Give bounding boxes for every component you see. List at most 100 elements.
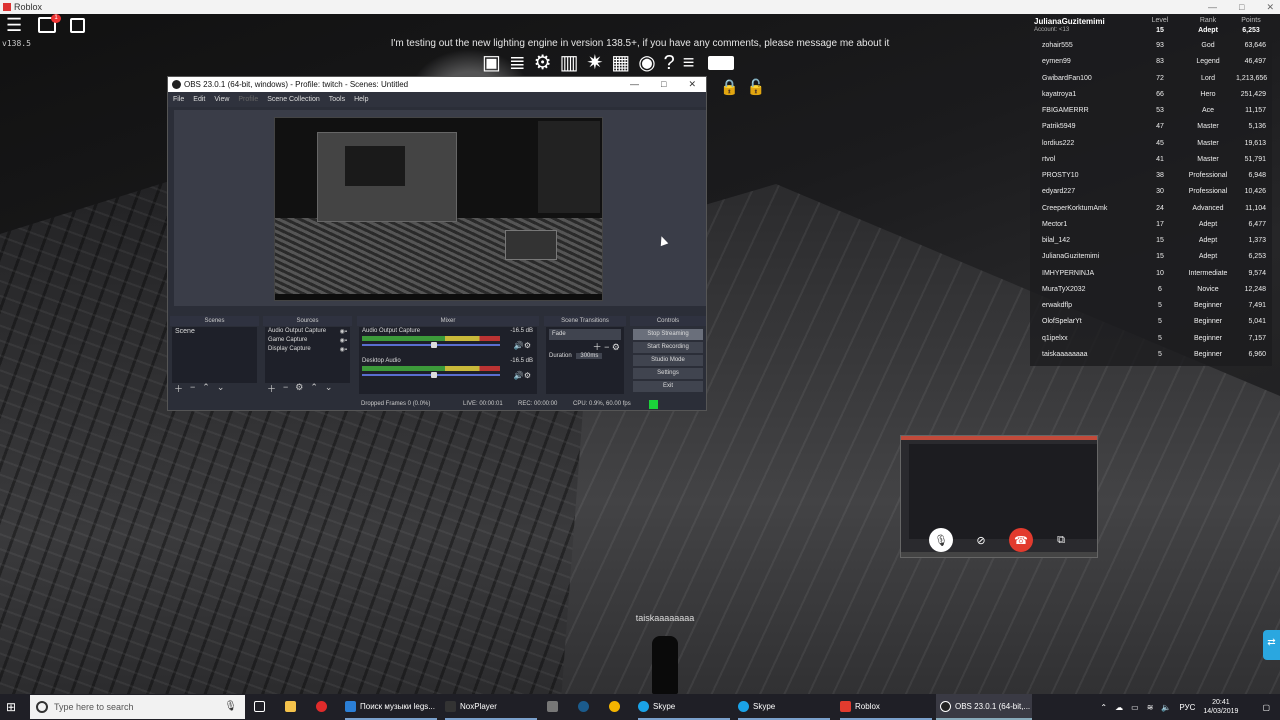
volume-knob[interactable]: [431, 342, 437, 348]
wall-icon[interactable]: ▦: [611, 52, 630, 74]
menu-help[interactable]: Help: [354, 92, 368, 107]
opera-icon[interactable]: [316, 694, 331, 720]
backpack-icon[interactable]: [70, 18, 85, 33]
eye-icon[interactable]: ◉▪: [340, 346, 347, 353]
wifi-icon[interactable]: ≋: [1147, 703, 1154, 712]
windows-start-icon[interactable]: ⊞: [6, 700, 20, 714]
menu-tools[interactable]: Tools: [329, 92, 345, 107]
eye-icon[interactable]: ◉▪: [340, 328, 347, 335]
taskbar-skype-1[interactable]: Skype: [638, 694, 730, 720]
remove-icon[interactable]: −: [604, 342, 609, 352]
add-icon[interactable]: ＋: [267, 382, 276, 395]
source-item[interactable]: Display Capture ◉▪: [265, 345, 350, 354]
lines-icon[interactable]: ≡: [683, 52, 695, 74]
leaderboard-row[interactable]: bilal_142 15 Adept 1,373: [1030, 233, 1272, 249]
notifications-icon[interactable]: ▢: [1262, 703, 1270, 712]
leaderboard-row[interactable]: CreeperKorktumAmk 24 Advanced 11,104: [1030, 201, 1272, 217]
leaderboard-row[interactable]: IMHYPERNINJA 10 Intermediate 9,574: [1030, 266, 1272, 282]
file-explorer-icon[interactable]: [285, 694, 300, 720]
exit-button[interactable]: Exit: [633, 381, 703, 392]
gear-icon[interactable]: ⚙: [295, 382, 303, 395]
taskbar-noxplayer[interactable]: NoxPlayer: [445, 694, 537, 720]
leaderboard-row[interactable]: Mector1 17 Adept 6,477: [1030, 217, 1272, 233]
volume-icon[interactable]: 🔈: [1161, 703, 1171, 712]
folder-icon[interactable]: [708, 56, 735, 70]
add-icon[interactable]: ＋: [593, 342, 602, 352]
skype-call-window[interactable]: 🎙 ⊘ ☎ ⧉: [900, 435, 1098, 558]
stats-icon[interactable]: ▥: [560, 52, 579, 74]
source-item[interactable]: Game Capture ◉▪: [265, 336, 350, 345]
network-icon[interactable]: ▭: [1131, 703, 1139, 712]
obs-window[interactable]: OBS 23.0.1 (64-bit, windows) - Profile: …: [167, 76, 707, 411]
up-icon[interactable]: ⌃: [202, 382, 210, 395]
stop-streaming-button[interactable]: Stop Streaming: [633, 329, 703, 340]
steam-icon[interactable]: [578, 694, 593, 720]
taskbar-edge[interactable]: Поиск музыки legs...: [345, 694, 437, 720]
microphone-icon[interactable]: 🎙: [224, 695, 237, 719]
speaker-gear-icon[interactable]: 🔊⚙: [514, 371, 531, 380]
help-icon[interactable]: ?: [664, 52, 675, 74]
volume-knob[interactable]: [431, 372, 437, 378]
remove-icon[interactable]: −: [283, 382, 288, 395]
share-screen-icon[interactable]: ⧉: [1049, 528, 1073, 552]
settings-button[interactable]: Settings: [633, 368, 703, 379]
gear-icon[interactable]: ⚙: [612, 342, 620, 352]
chat-icon[interactable]: 1: [38, 14, 61, 33]
roblox-menu-icon[interactable]: ☰: [6, 16, 26, 34]
leaderboard-row[interactable]: taiskaaaaaaaa 5 Beginner 6,960: [1030, 347, 1272, 363]
leaderboard-row[interactable]: Patrik5949 47 Master 5,136: [1030, 119, 1272, 135]
scene-item[interactable]: Scene: [172, 327, 257, 336]
taskbar-skype-2[interactable]: Skype: [738, 694, 830, 720]
menu-view[interactable]: View: [214, 92, 229, 107]
unlock-icon[interactable]: 🔓: [747, 78, 766, 96]
close-button[interactable]: ✕: [1266, 0, 1274, 14]
leaderboard-row[interactable]: FBIGAMERRR 53 Ace 11,157: [1030, 103, 1272, 119]
menu-file[interactable]: File: [173, 92, 184, 107]
leaderboard-row[interactable]: JulianaGuzitemimi 15 Adept 6,253: [1030, 249, 1272, 265]
source-item[interactable]: Audio Output Capture ◉▪: [265, 327, 350, 336]
chrome-icon[interactable]: [609, 694, 624, 720]
clock[interactable]: 20:41 14/03/2019: [1203, 698, 1238, 716]
down-icon[interactable]: ⌄: [217, 382, 225, 395]
leaderboard-row[interactable]: MuraTyX2032 6 Novice 12,248: [1030, 282, 1272, 298]
obs-close-button[interactable]: ✕: [688, 77, 696, 92]
task-view-icon[interactable]: [254, 694, 269, 720]
leaderboard-row[interactable]: erwakdflp 5 Beginner 7,491: [1030, 298, 1272, 314]
leaderboard-row[interactable]: q1ipelxx 5 Beginner 7,157: [1030, 331, 1272, 347]
list-icon[interactable]: ≣: [509, 52, 526, 74]
taskbar-roblox[interactable]: Roblox: [840, 694, 932, 720]
speaker-gear-icon[interactable]: 🔊⚙: [514, 341, 531, 350]
eye-icon[interactable]: ◉: [638, 52, 655, 74]
add-icon[interactable]: ＋: [174, 382, 183, 395]
taskbar-obs[interactable]: OBS 23.0.1 (64-bit,...: [936, 694, 1032, 720]
leaderboard-row[interactable]: eymen99 83 Legend 46,497: [1030, 54, 1272, 70]
maximize-button[interactable]: □: [1239, 0, 1244, 14]
lock-icon[interactable]: 🔒: [720, 78, 739, 96]
minimize-button[interactable]: —: [1208, 0, 1217, 14]
leaderboard-row[interactable]: rtvol 41 Master 51,791: [1030, 152, 1272, 168]
gear-icon[interactable]: ⚙: [534, 52, 552, 74]
remove-icon[interactable]: −: [190, 382, 195, 395]
end-call-icon[interactable]: ☎: [1009, 528, 1033, 552]
obs-maximize-button[interactable]: □: [661, 77, 666, 92]
studio-mode-button[interactable]: Studio Mode: [633, 355, 703, 366]
teamviewer-icon[interactable]: ⇄: [1263, 630, 1280, 660]
sparkle-icon[interactable]: ✷: [587, 52, 604, 74]
leaderboard-row[interactable]: kayatroya1 66 Hero 251,429: [1030, 87, 1272, 103]
menu-scene-collection[interactable]: Scene Collection: [267, 92, 320, 107]
taskbar-search-box[interactable]: Type here to search 🎙: [30, 695, 245, 719]
duration-input[interactable]: 300ms: [576, 353, 603, 359]
leaderboard-row[interactable]: zohair555 93 God 63,646: [1030, 38, 1272, 54]
up-icon[interactable]: ⌃: [310, 382, 318, 395]
save-icon[interactable]: ▣: [482, 52, 501, 74]
leaderboard-row[interactable]: edyard227 30 Professional 10,426: [1030, 184, 1272, 200]
chevron-up-icon[interactable]: ⌃: [1100, 703, 1107, 712]
down-icon[interactable]: ⌄: [325, 382, 333, 395]
leaderboard-row[interactable]: lordius222 45 Master 19,613: [1030, 136, 1272, 152]
eye-icon[interactable]: ◉▪: [340, 337, 347, 344]
menu-profile[interactable]: Profile: [238, 92, 258, 107]
start-recording-button[interactable]: Start Recording: [633, 342, 703, 353]
leaderboard-row[interactable]: GwibardFan100 72 Lord 1,213,656: [1030, 71, 1272, 87]
app-icon[interactable]: [547, 694, 562, 720]
cloud-icon[interactable]: ☁: [1115, 703, 1123, 712]
